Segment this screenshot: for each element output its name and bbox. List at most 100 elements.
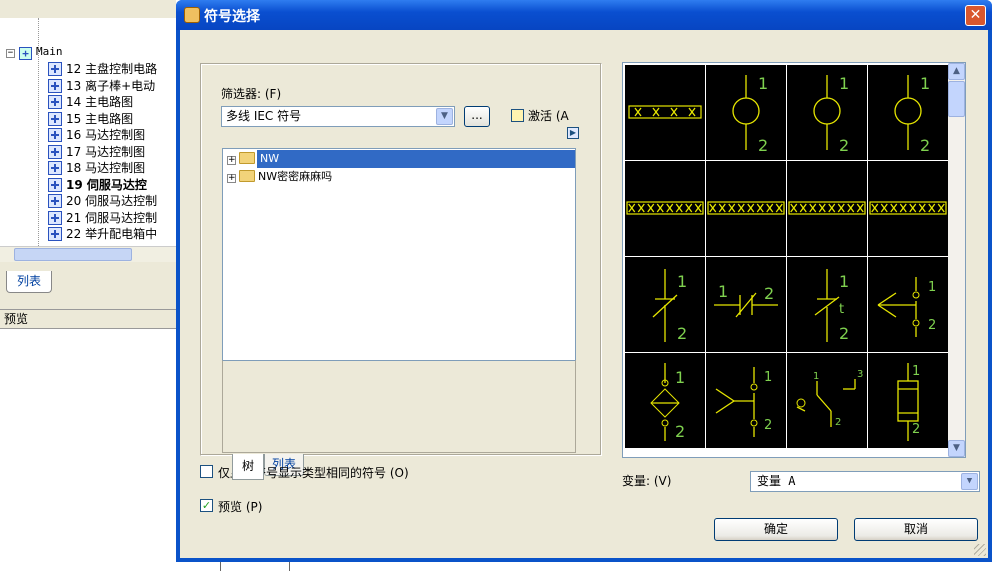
tree-row[interactable]: 21 伺服马达控制 [48, 210, 157, 226]
tree-root[interactable]: − + Main [6, 44, 63, 60]
symbol-cell-switch-contact[interactable]: 1 3 2 [787, 353, 867, 448]
symbol-cell-terminal-strip-long[interactable] [706, 161, 786, 256]
expand-icon[interactable]: + [227, 174, 236, 183]
root-node-icon: + [19, 47, 32, 60]
tree-row[interactable]: 22 举升配电箱中 [48, 226, 157, 242]
activate-checkbox[interactable] [511, 109, 524, 122]
symbol-cell-nc-contact[interactable]: 12 [625, 257, 705, 352]
filter-value: 多线 IEC 符号 [226, 109, 302, 123]
background-divider [220, 562, 290, 571]
preview-checkbox[interactable]: ✓ [200, 499, 213, 512]
tree-row[interactable]: 18 马达控制图 [48, 160, 145, 176]
scroll-up-icon[interactable]: ▲ [948, 63, 965, 80]
tree-row[interactable]: 19 伺服马达控 [48, 177, 147, 193]
tree-row[interactable]: 16 马达控制图 [48, 127, 145, 143]
scroll-thumb[interactable] [14, 248, 132, 261]
folder-icon [239, 152, 255, 164]
symbol-cell-push-contact[interactable]: 12 [868, 257, 948, 352]
activate-label: 激活 (A [528, 109, 569, 123]
resize-grip-icon[interactable] [974, 544, 986, 556]
svg-text:1: 1 [758, 74, 768, 93]
svg-text:2: 2 [912, 422, 920, 437]
preview-panel-title: 预览 [0, 309, 176, 329]
tree-row[interactable]: 13 离子棒+电动 [48, 78, 155, 94]
svg-text:1: 1 [764, 370, 772, 385]
page-icon [48, 95, 62, 109]
scroll-thumb[interactable] [948, 81, 965, 117]
tree-row[interactable]: 15 主电路图 [48, 111, 133, 127]
background-tree[interactable]: − + Main 12 主盘控制电路 13 离子棒+电动 14 主电路图 15 主电路图 1… [0, 18, 176, 246]
svg-text:1: 1 [677, 272, 687, 291]
variant-label: 变量: (V) [622, 474, 672, 488]
svg-text:2: 2 [758, 136, 768, 155]
symbol-cell-circle-contact[interactable]: 12 [787, 65, 867, 160]
chevron-down-icon[interactable]: ▼ [961, 473, 978, 490]
page-icon [48, 210, 62, 225]
symbol-cell-circle-contact[interactable]: 12 [868, 65, 948, 160]
svg-text:3: 3 [857, 369, 863, 380]
symbol-cell-circle-contact[interactable]: 12 [706, 65, 786, 160]
svg-text:1: 1 [675, 368, 685, 387]
chevron-down-icon[interactable]: ▼ [436, 108, 453, 125]
svg-text:1: 1 [928, 280, 936, 295]
background-bottom [176, 562, 992, 571]
tree-item[interactable]: + NW [227, 150, 282, 168]
tree-row-label: 15 主电路图 [66, 111, 134, 126]
collapse-icon[interactable]: − [6, 49, 15, 58]
app-icon [184, 7, 200, 23]
symbol-cell-fuse[interactable]: 12 [868, 353, 948, 448]
expand-icon[interactable]: + [227, 156, 236, 165]
svg-text:2: 2 [677, 324, 687, 343]
ok-button[interactable]: 确定 [714, 518, 838, 541]
title-bar[interactable]: 符号选择 ✕ [176, 0, 992, 30]
same-type-checkbox[interactable] [200, 465, 213, 478]
tab-tree[interactable]: 树 [232, 454, 264, 480]
tree-row-label: 22 举升配电箱中 [66, 227, 158, 241]
tree-row-label: 13 离子棒+电动 [66, 78, 156, 93]
symbol-cell-diamond-contact[interactable]: 12 [625, 353, 705, 448]
browse-button[interactable]: ... [464, 106, 490, 127]
symbol-cell-lever-contact[interactable]: 12 [706, 353, 786, 448]
symbol-cell-terminal-strip-long[interactable] [868, 161, 948, 256]
page-icon [48, 177, 62, 192]
tree-item[interactable]: + NW密密麻麻吗 [227, 168, 332, 186]
symbol-cell-terminal-strip-long[interactable] [787, 161, 867, 256]
background-edge [992, 0, 1003, 571]
symbol-grid[interactable]: 12121212121t212121213212 ▲ ▼ [622, 62, 966, 458]
tree-item-label: NW [258, 152, 282, 165]
scroll-down-icon[interactable]: ▼ [948, 440, 965, 457]
symbol-cell-horizontal-contact[interactable]: 12 [706, 257, 786, 352]
close-button[interactable]: ✕ [965, 5, 986, 26]
symbol-cell-timed-contact[interactable]: 1 t 2 [787, 257, 867, 352]
tree-row[interactable]: 14 主电路图 [48, 94, 133, 110]
tree-item-label: NW密密麻麻吗 [258, 170, 333, 183]
horizontal-scrollbar[interactable] [0, 246, 176, 262]
page-icon [48, 111, 62, 126]
tree-row[interactable]: 20 伺服马达控制 [48, 193, 157, 209]
symbol-cell-terminal-strip-long[interactable] [625, 161, 705, 256]
svg-text:t: t [839, 302, 844, 317]
svg-text:1: 1 [920, 74, 930, 93]
tree-row-label: 19 伺服马达控 [66, 177, 147, 192]
filter-label: 筛选器: (F) [221, 87, 282, 101]
tab-list-background[interactable]: 列表 [6, 271, 52, 293]
play-icon[interactable]: ▶ [567, 127, 579, 139]
dialog-body: 筛选器: (F) 多线 IEC 符号 ▼ ... 激活 (A ▶ + NW + NW… [180, 30, 988, 558]
page-icon [48, 128, 62, 142]
tree-row-label: 20 伺服马达控制 [66, 194, 158, 208]
variant-dropdown[interactable]: 变量 A ▼ [750, 471, 980, 492]
tree-row[interactable]: 17 马达控制图 [48, 144, 145, 160]
svg-text:2: 2 [839, 324, 849, 343]
vertical-scrollbar[interactable]: ▲ ▼ [948, 63, 965, 457]
filter-group: 筛选器: (F) 多线 IEC 符号 ▼ ... 激活 (A ▶ + NW + NW… [200, 63, 602, 480]
filter-dropdown[interactable]: 多线 IEC 符号 ▼ [221, 106, 455, 127]
tree-row[interactable]: 12 主盘控制电路 [48, 61, 157, 77]
cancel-button[interactable]: 取消 [854, 518, 978, 541]
symbol-cell-terminal-strip[interactable] [623, 63, 707, 162]
svg-text:2: 2 [675, 422, 685, 441]
svg-text:1: 1 [839, 74, 849, 93]
tree-selection [257, 150, 575, 168]
svg-text:1: 1 [813, 371, 819, 382]
tree-row-label: 16 马达控制图 [66, 128, 146, 142]
svg-text:2: 2 [839, 136, 849, 155]
